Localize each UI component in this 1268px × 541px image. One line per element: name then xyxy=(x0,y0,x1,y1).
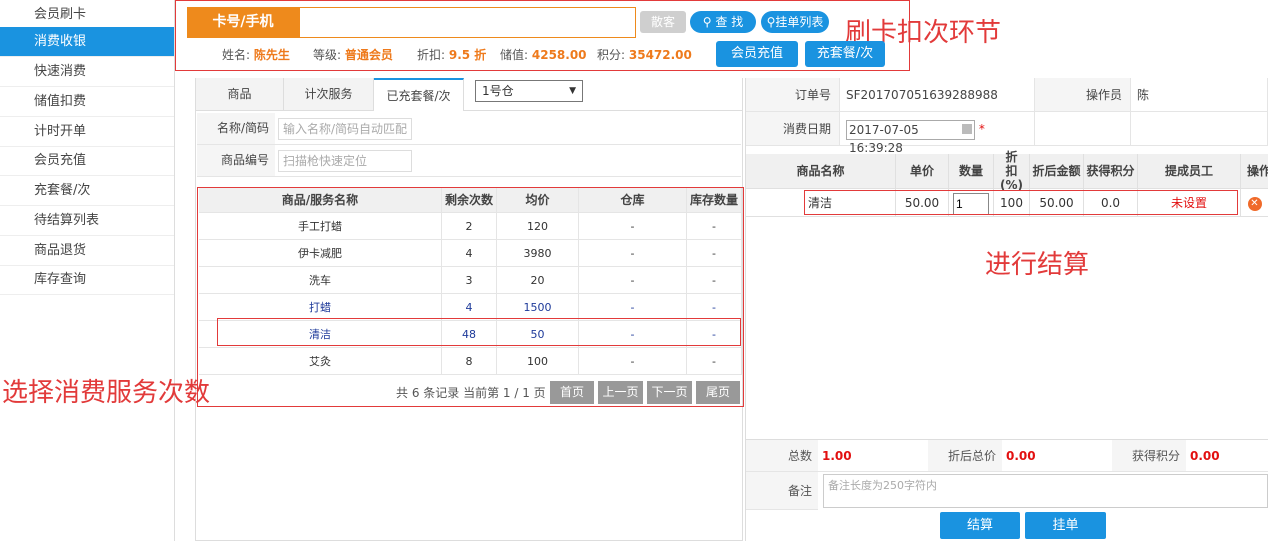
code-search-input[interactable]: 扫描枪快速定位 xyxy=(278,150,412,172)
select-step-annotation: 选择消费服务次数 xyxy=(2,378,211,408)
order-no-label: 订单号 xyxy=(746,78,840,112)
pager-next-button[interactable]: 下一页 xyxy=(647,381,692,404)
guest-button[interactable]: 散客 xyxy=(640,11,686,33)
sidebar-item-package-recharge[interactable]: 充套餐/次 xyxy=(0,176,174,206)
member-level-label: 等级: xyxy=(313,48,342,62)
sidebar-item-quick-consume[interactable]: 快速消费 xyxy=(0,57,174,87)
required-mark: * xyxy=(978,122,985,136)
discounted-total-value: 0.00 xyxy=(1002,440,1112,472)
discounted-total-label: 折后总价 xyxy=(928,440,1002,472)
settle-step-annotation: 进行结算 xyxy=(985,250,1090,280)
order-item-highlight xyxy=(804,190,1238,215)
name-search-label: 名称/简码 xyxy=(197,113,275,144)
member-name-value: 陈先生 xyxy=(253,48,290,62)
col-discount: 折扣(%) xyxy=(994,150,1030,192)
earned-points-label: 获得积分 xyxy=(1112,440,1186,472)
col-points: 获得积分 xyxy=(1084,154,1138,189)
remark-label: 备注 xyxy=(746,472,818,510)
pager-first-button[interactable]: 首页 xyxy=(550,381,594,404)
member-balance-label: 储值: xyxy=(500,48,529,62)
sidebar-item-member-swipe[interactable]: 会员刷卡 xyxy=(0,0,174,30)
member-discount-value: 9.5 折 xyxy=(448,48,487,62)
operator-value: 陈 xyxy=(1131,78,1268,112)
member-recharge-button[interactable]: 会员充值 xyxy=(716,41,798,67)
member-name-label: 姓名: xyxy=(222,48,251,62)
member-name: 姓名: 陈先生 xyxy=(222,46,290,63)
remove-icon[interactable]: ✕ xyxy=(1247,196,1262,211)
card-number-input[interactable] xyxy=(299,7,636,38)
member-level-value: 普通会员 xyxy=(344,48,393,62)
consume-date-input[interactable]: 2017-07-05 16:39:28 xyxy=(846,119,975,155)
order-no-value: SF201707051639288988 xyxy=(840,78,1035,112)
sidebar-item-stored-value-deduct[interactable]: 储值扣费 xyxy=(0,87,174,117)
col-staff: 提成员工 xyxy=(1138,154,1241,189)
member-points-label: 积分: xyxy=(597,48,626,62)
member-points: 积分: 35472.00 xyxy=(597,46,692,63)
hold-list-button-label: 挂单列表 xyxy=(775,15,824,29)
order-item-action: ✕ xyxy=(1241,189,1268,217)
total-label: 总数 xyxy=(746,440,818,472)
operator-label: 操作员 xyxy=(1035,78,1131,112)
select-step-highlight xyxy=(197,187,744,407)
tab-packages[interactable]: 已充套餐/次 xyxy=(374,78,464,111)
tab-count-services[interactable]: 计次服务 xyxy=(284,78,374,111)
card-number-label: 卡号/手机 xyxy=(187,7,299,38)
settle-button[interactable]: 结算 xyxy=(940,512,1020,539)
pager-summary: 共 6 条记录 当前第 1 / 1 页 xyxy=(396,386,546,400)
consume-date-label: 消费日期 xyxy=(746,112,840,146)
col-unit-price: 单价 xyxy=(896,154,949,189)
empty-cell xyxy=(1131,112,1268,146)
sidebar-item-timed-order[interactable]: 计时开单 xyxy=(0,117,174,147)
tab-products[interactable]: 商品 xyxy=(196,78,284,111)
name-search-input[interactable]: 输入名称/简码自动匹配 xyxy=(278,118,412,140)
pager-prev-button[interactable]: 上一页 xyxy=(598,381,643,404)
consume-date-cell: 2017-07-05 16:39:28 * xyxy=(840,112,1035,155)
sidebar-item-product-return[interactable]: 商品退货 xyxy=(0,236,174,266)
search-button-label: 查 找 xyxy=(715,15,744,29)
hold-button[interactable]: 挂单 xyxy=(1025,512,1106,539)
total-value: 1.00 xyxy=(818,440,928,472)
member-balance-value: 4258.00 xyxy=(531,48,587,62)
remark-textarea[interactable]: 备注长度为250字符内 xyxy=(823,474,1268,508)
empty-cell xyxy=(1035,112,1131,146)
member-balance: 储值: 4258.00 xyxy=(500,46,587,63)
package-recharge-button[interactable]: 充套餐/次 xyxy=(805,41,885,67)
member-discount-label: 折扣: xyxy=(417,48,446,62)
sidebar: 会员刷卡 消费收银 快速消费 储值扣费 计时开单 会员充值 充套餐/次 待结算列… xyxy=(0,0,175,541)
earned-points-value: 0.00 xyxy=(1186,440,1268,472)
name-search-row: 名称/简码 输入名称/简码自动匹配 xyxy=(197,113,741,145)
code-search-row: 商品编号 扫描枪快速定位 xyxy=(197,145,741,177)
pager-last-button[interactable]: 尾页 xyxy=(696,381,740,404)
chevron-down-icon: ▼ xyxy=(569,86,576,96)
warehouse-select-value: 1号仓 xyxy=(482,84,514,98)
warehouse-select[interactable]: 1号仓 ▼ xyxy=(475,80,583,102)
col-quantity: 数量 xyxy=(949,154,994,189)
member-points-value: 35472.00 xyxy=(628,48,692,62)
sidebar-item-checkout[interactable]: 消费收银 xyxy=(0,27,174,57)
search-icon: ⚲ xyxy=(702,15,712,29)
code-search-label: 商品编号 xyxy=(197,145,275,176)
col-action: 操作 xyxy=(1241,154,1268,189)
col-amount: 折后金额 xyxy=(1030,154,1084,189)
sidebar-item-stock-query[interactable]: 库存查询 xyxy=(0,265,174,295)
hold-list-button[interactable]: ⚲挂单列表 xyxy=(761,11,829,33)
col-product-name: 商品名称 xyxy=(746,154,896,189)
sidebar-item-member-recharge[interactable]: 会员充值 xyxy=(0,146,174,176)
member-level: 等级: 普通会员 xyxy=(313,46,393,63)
member-discount: 折扣: 9.5 折 xyxy=(417,46,486,63)
calendar-icon[interactable] xyxy=(962,123,972,134)
selected-row-highlight xyxy=(217,318,741,346)
search-button[interactable]: ⚲ 查 找 xyxy=(690,11,756,33)
sidebar-item-pending-list[interactable]: 待结算列表 xyxy=(0,206,174,236)
